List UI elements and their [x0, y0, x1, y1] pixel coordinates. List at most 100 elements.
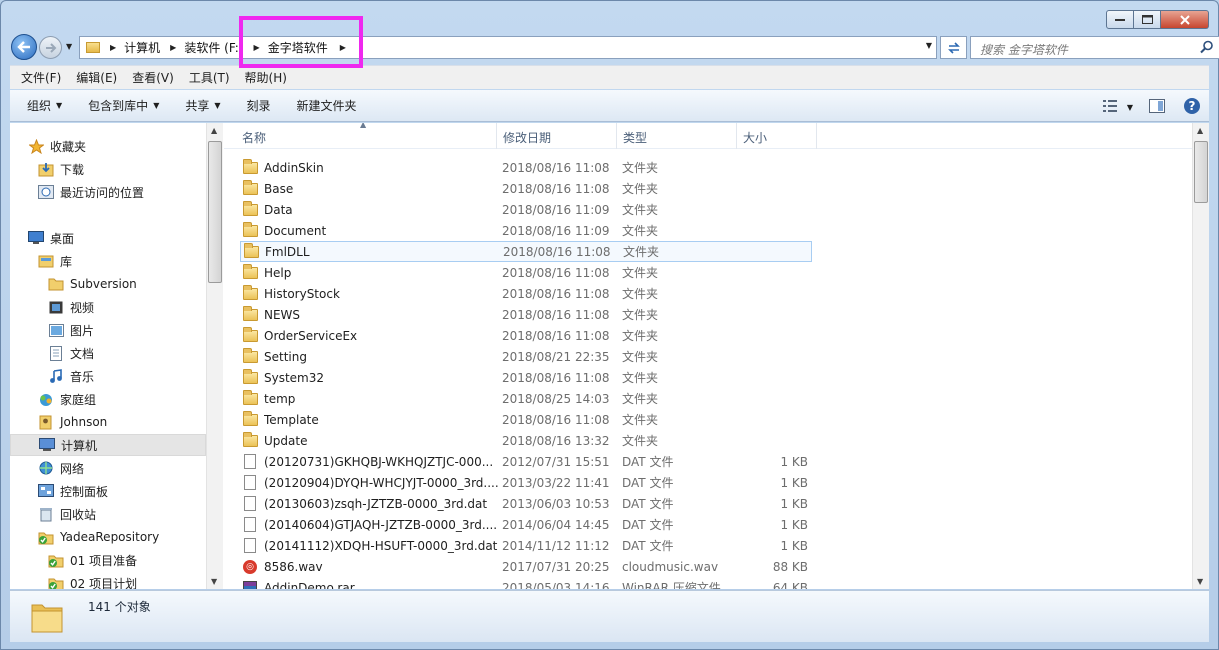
column-name[interactable]: 名称	[242, 129, 266, 146]
search-input[interactable]: 搜索 金字塔软件	[970, 36, 1219, 59]
breadcrumb-separator-icon[interactable]: ▶	[170, 43, 176, 52]
column-size[interactable]: 大小	[743, 129, 767, 146]
search-icon[interactable]	[1200, 40, 1214, 57]
navigation-scrollbar[interactable]: ▲ ▼	[206, 123, 223, 589]
sidebar-item[interactable]: 计算机	[10, 434, 206, 456]
file-icon	[242, 496, 258, 512]
file-row[interactable]: Template 2018/08/16 11:08 文件夹	[240, 409, 812, 430]
maximize-button[interactable]	[1134, 10, 1161, 29]
sidebar-item[interactable]: 下载	[38, 158, 84, 180]
file-row[interactable]: Base 2018/08/16 11:08 文件夹	[240, 178, 812, 199]
file-row[interactable]: Data 2018/08/16 11:09 文件夹	[240, 199, 812, 220]
back-button[interactable]	[11, 34, 37, 60]
menu-file[interactable]: 文件(F)	[21, 69, 61, 86]
file-row[interactable]: System32 2018/08/16 11:08 文件夹	[240, 367, 812, 388]
column-type[interactable]: 类型	[623, 129, 647, 146]
file-row[interactable]: NEWS 2018/08/16 11:08 文件夹	[240, 304, 812, 325]
file-row[interactable]: (20130603)zsqh-JZTZB-0000_3rd.dat 2013/06…	[240, 493, 812, 514]
refresh-button[interactable]	[940, 36, 967, 59]
file-row[interactable]: Document 2018/08/16 11:09 文件夹	[240, 220, 812, 241]
column-divider[interactable]	[616, 123, 617, 149]
file-row[interactable]: (20140604)GTJAQH-JZTZB-0000_3rd.... 2014/…	[240, 514, 812, 535]
menu-help[interactable]: 帮助(H)	[245, 69, 287, 86]
file-row[interactable]: FmlDLL 2018/08/16 11:08 文件夹	[240, 241, 812, 262]
sidebar-item[interactable]: 02 项目计划	[48, 572, 137, 589]
scroll-up-icon[interactable]: ▲	[1197, 126, 1203, 135]
column-divider[interactable]	[736, 123, 737, 149]
file-date: 2017/07/31 20:25	[502, 559, 610, 574]
scroll-thumb[interactable]	[208, 141, 222, 283]
sidebar-item[interactable]: 桌面	[28, 227, 74, 249]
share-button[interactable]: 共享 ▼	[185, 97, 220, 114]
sidebar-item[interactable]: YadeaRepository	[38, 526, 159, 548]
view-options-icon[interactable]	[1102, 100, 1119, 115]
history-dropdown-icon[interactable]: ▼	[66, 42, 72, 51]
sidebar-item[interactable]: 家庭组	[38, 388, 96, 410]
sidebar-item[interactable]: 图片	[48, 319, 94, 341]
breadcrumb-separator-icon[interactable]: ▶	[254, 43, 260, 52]
sidebar-item[interactable]: 控制面板	[38, 480, 108, 502]
file-name: AddinDemo.rar	[264, 580, 355, 590]
file-row[interactable]: (20120904)DYQH-WHCJYJT-0000_3rd.... 2013/…	[240, 472, 812, 493]
file-row[interactable]: (20141112)XDQH-HSUFT-0000_3rd.dat 2014/11…	[240, 535, 812, 556]
sidebar-item[interactable]: 音乐	[48, 365, 94, 387]
address-dropdown-icon[interactable]: ▼	[926, 41, 932, 50]
organize-button[interactable]: 组织 ▼	[27, 97, 62, 114]
column-divider[interactable]	[816, 123, 817, 149]
sidebar-item[interactable]: 最近访问的位置	[38, 181, 144, 203]
sidebar-item[interactable]: 01 项目准备	[48, 549, 137, 571]
sidebar-item[interactable]: 文档	[48, 342, 94, 364]
view-dropdown-icon[interactable]: ▼	[1127, 103, 1133, 112]
scroll-thumb[interactable]	[1194, 141, 1208, 203]
file-row[interactable]: AddinSkin 2018/08/16 11:08 文件夹	[240, 157, 812, 178]
file-date: 2018/08/16 11:08	[503, 244, 611, 259]
file-date: 2018/08/16 11:08	[502, 286, 610, 301]
sidebar-item[interactable]: Subversion	[48, 273, 137, 295]
menu-view[interactable]: 查看(V)	[132, 69, 174, 86]
menu-edit[interactable]: 编辑(E)	[76, 69, 117, 86]
sidebar-item[interactable]: 库	[38, 250, 72, 272]
breadcrumb-separator-icon[interactable]: ▶	[110, 43, 116, 52]
sidebar-item[interactable]: 回收站	[38, 503, 96, 525]
breadcrumb-drive[interactable]: 装软件 (F:)	[184, 39, 243, 56]
scroll-up-icon[interactable]: ▲	[211, 126, 217, 135]
music-icon	[48, 368, 64, 384]
breadcrumb-computer[interactable]: 计算机	[124, 39, 160, 56]
file-row[interactable]: HistoryStock 2018/08/16 11:08 文件夹	[240, 283, 812, 304]
folder-icon	[242, 263, 258, 281]
sidebar-item[interactable]: 网络	[38, 457, 84, 479]
column-divider[interactable]	[496, 123, 497, 149]
file-row[interactable]: OrderServiceEx 2018/08/16 11:08 文件夹	[240, 325, 812, 346]
help-icon[interactable]: ?	[1183, 97, 1201, 118]
new-folder-button[interactable]: 新建文件夹	[297, 97, 357, 114]
file-type: DAT 文件	[622, 539, 674, 553]
file-row[interactable]: AddinDemo.rar 2018/05/03 14:16 WinRAR 压缩文件…	[240, 577, 812, 589]
forward-button[interactable]	[39, 36, 62, 59]
sidebar-item[interactable]: 视频	[48, 296, 94, 318]
sidebar-item[interactable]: Johnson	[38, 411, 107, 433]
minimize-button[interactable]	[1106, 10, 1134, 29]
include-in-library-button[interactable]: 包含到库中 ▼	[88, 97, 159, 114]
menu-tools[interactable]: 工具(T)	[189, 69, 230, 86]
file-row[interactable]: (20120731)GKHQBJ-WKHQJZTJC-000... 2012/07…	[240, 451, 812, 472]
file-row[interactable]: Help 2018/08/16 11:08 文件夹	[240, 262, 812, 283]
breadcrumb-separator-icon[interactable]: ▶	[340, 43, 346, 52]
column-date[interactable]: 修改日期	[503, 129, 551, 146]
preview-pane-icon[interactable]	[1149, 99, 1165, 116]
file-row[interactable]: temp 2018/08/25 14:03 文件夹	[240, 388, 812, 409]
sidebar-item[interactable]: 收藏夹	[28, 135, 86, 157]
address-bar[interactable]: ▶ 计算机 ▶ 装软件 (F:) ▶ 金字塔软件 ▶ ▼	[79, 36, 937, 59]
scroll-down-icon[interactable]: ▼	[211, 577, 217, 586]
file-row[interactable]: Setting 2018/08/21 22:35 文件夹	[240, 346, 812, 367]
file-name: temp	[264, 391, 296, 406]
burn-button[interactable]: 刻录	[247, 97, 271, 114]
file-row[interactable]: ◎ 8586.wav 2017/07/31 20:25 cloudmusic.wav 8…	[240, 556, 812, 577]
file-date: 2018/08/16 13:32	[502, 433, 610, 448]
file-list-scrollbar[interactable]: ▲ ▼	[1192, 123, 1209, 589]
file-name: NEWS	[264, 307, 301, 322]
close-button[interactable]	[1161, 10, 1209, 29]
scroll-down-icon[interactable]: ▼	[1197, 577, 1203, 586]
svn-folder-icon	[38, 529, 54, 545]
breadcrumb-current-folder[interactable]: 金字塔软件	[268, 39, 328, 56]
file-row[interactable]: Update 2018/08/16 13:32 文件夹	[240, 430, 812, 451]
